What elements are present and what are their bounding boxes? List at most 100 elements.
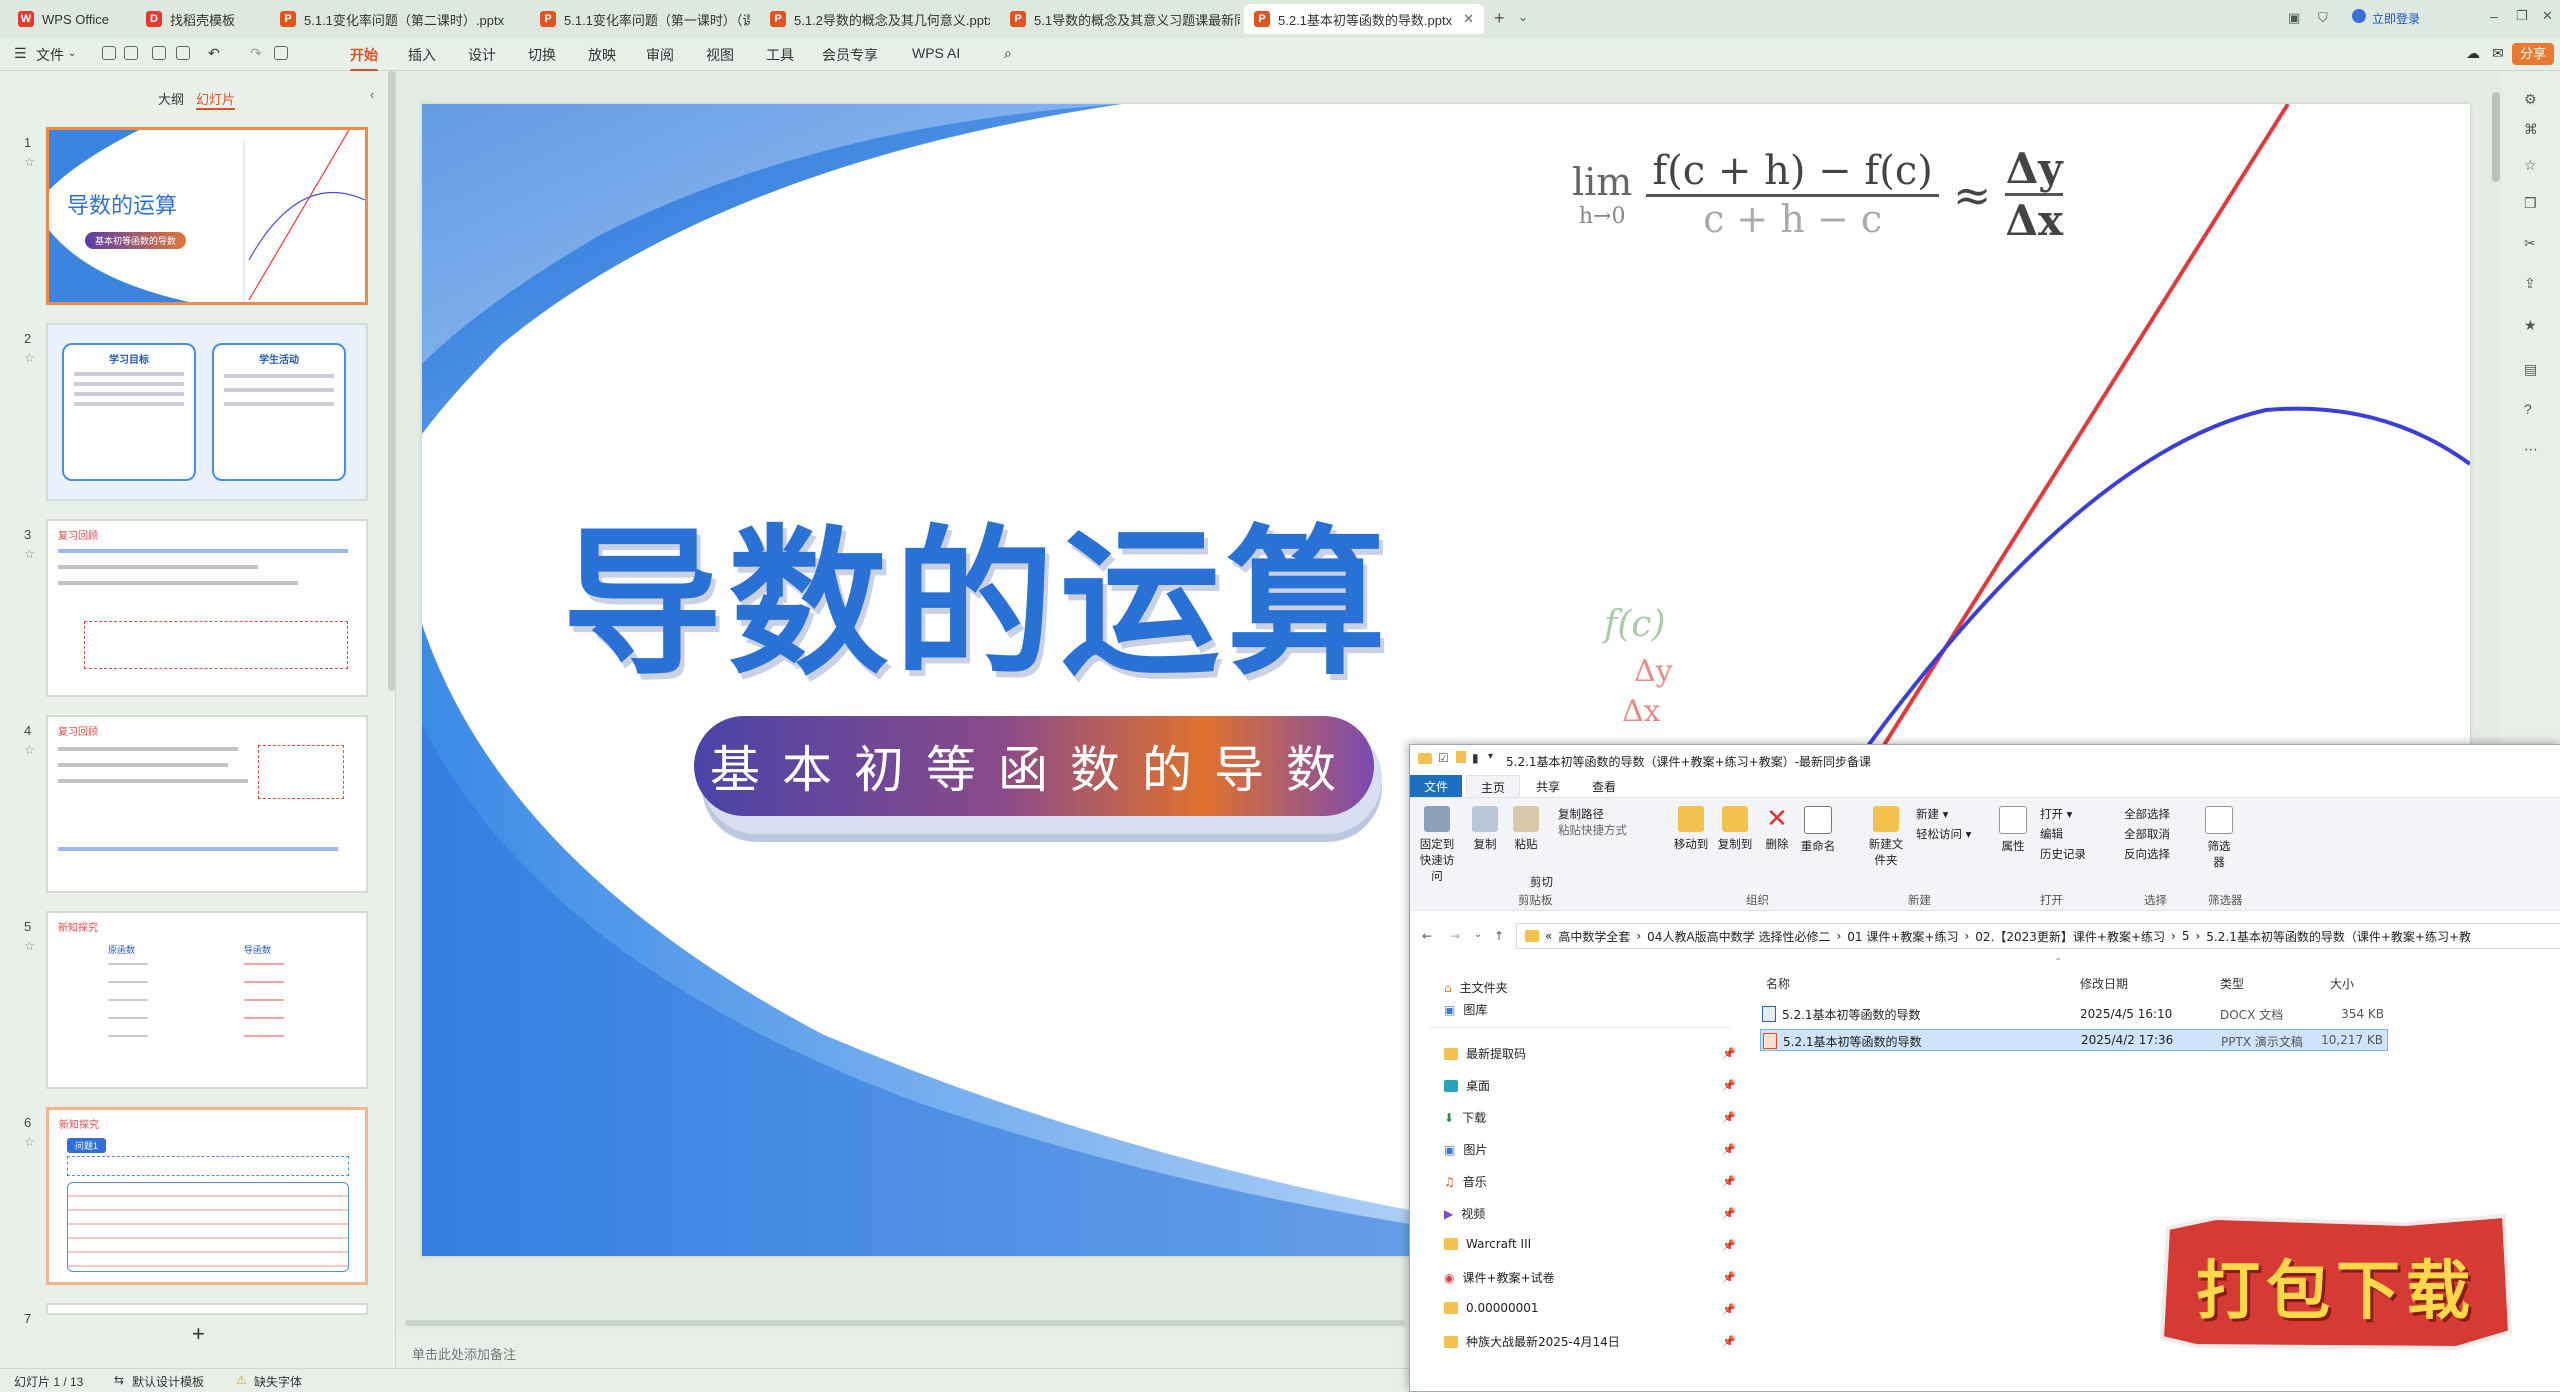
forward-icon[interactable]: → — [1450, 929, 1460, 943]
nav-item-download[interactable]: ⬇ 下载 — [1444, 1109, 1486, 1126]
login-link[interactable]: 立即登录 — [2372, 10, 2420, 27]
open-button[interactable]: 打开 ▾ — [2040, 806, 2072, 822]
thumb-slide-1[interactable]: 导数的运算 基本初等函数的导数 — [46, 127, 368, 305]
table-row-selected[interactable]: 5.2.1基本初等函数的导数 2025/4/2 17:36 PPTX 演示文稿 … — [1760, 1029, 2388, 1051]
undo-icon[interactable]: ↶ — [208, 45, 220, 62]
shirt-icon[interactable]: ⛉ — [2318, 10, 2328, 26]
column-size[interactable]: 大小 — [2330, 975, 2354, 992]
tab-design[interactable]: 设计 — [468, 45, 496, 65]
tab-doc-active[interactable]: P 5.2.1基本初等函数的导数.pptx ✕ — [1244, 4, 1484, 34]
select-all-button[interactable]: 全部选择 — [2124, 806, 2170, 822]
animation-icon[interactable]: ★ — [2524, 317, 2537, 334]
pin-icon[interactable]: 📌 — [1722, 1047, 1736, 1060]
save-icon[interactable] — [102, 46, 116, 60]
thumb-slide-5[interactable]: 新知探究 原函数 导函数 — [46, 911, 368, 1089]
export-icon[interactable] — [124, 46, 138, 60]
share-button[interactable]: 分享 — [2512, 43, 2555, 65]
tab-view[interactable]: 视图 — [706, 45, 734, 65]
tab-wps-ai[interactable]: WPS AI — [912, 45, 960, 61]
star-icon[interactable]: ☆ — [24, 743, 35, 757]
pin-icon[interactable]: 📌 — [1722, 1207, 1736, 1220]
edit-button[interactable]: 编辑 — [2040, 826, 2063, 842]
pin-quick-access-button[interactable]: 固定到快速访问 — [1416, 806, 1458, 884]
template-name[interactable]: 默认设计模板 — [132, 1373, 204, 1390]
nav-item-video[interactable]: ▶ 视频 — [1444, 1205, 1485, 1222]
explorer-tab-file[interactable]: 文件 — [1410, 775, 1463, 797]
check-icon[interactable]: ☑ — [1438, 751, 1449, 765]
horizontal-scrollbar[interactable] — [405, 1320, 1405, 1326]
tab-doc-4[interactable]: P 5.1导数的概念及其意义习题课最新同 — [1000, 4, 1240, 34]
address-bar[interactable]: « 高中数学全套 › 04人教A版高中数学 选择性必修二 › 01 课件+教案+练习… — [1516, 923, 2560, 949]
nav-item-folder[interactable]: ◉ 课件+教案+试卷 — [1444, 1269, 1555, 1286]
table-row[interactable]: 5.2.1基本初等函数的导数 2025/4/5 16:10 DOCX 文档 35… — [1760, 1003, 2388, 1025]
tab-vip[interactable]: 会员专享 — [822, 45, 878, 65]
tools-icon[interactable]: ✂ — [2524, 235, 2536, 252]
tab-home[interactable]: 开始 — [350, 45, 378, 72]
new-tab-button[interactable]: + — [1494, 8, 1505, 29]
star-icon[interactable]: ☆ — [24, 939, 35, 953]
delete-button[interactable]: ✕ 删除 — [1762, 806, 1792, 852]
print-icon[interactable] — [152, 46, 166, 60]
nav-item-folder[interactable]: 0.00000001 — [1444, 1301, 1539, 1315]
new-folder-button[interactable]: 新建文件夹 — [1866, 806, 1906, 868]
properties-button[interactable]: 属性 — [1998, 806, 2028, 854]
redo-icon[interactable]: ↷ — [250, 45, 262, 62]
avatar[interactable] — [2352, 9, 2366, 23]
format-painter-icon[interactable] — [274, 46, 288, 60]
more-icon[interactable]: ⋯ — [2524, 441, 2538, 458]
minimize-icon[interactable]: – — [2490, 8, 2498, 24]
slide-scrollbar[interactable] — [2492, 92, 2500, 182]
restore-icon[interactable]: ❐ — [2516, 8, 2528, 24]
pin-icon[interactable]: 📌 — [1722, 1079, 1736, 1092]
star-icon[interactable]: ☆ — [24, 1135, 35, 1149]
breadcrumb-item[interactable]: 04人教A版高中数学 选择性必修二 — [1647, 928, 1830, 945]
column-name[interactable]: 名称 — [1766, 975, 1790, 992]
layers-icon[interactable]: ❒ — [2524, 195, 2537, 212]
explorer-tab-home[interactable]: 主页 — [1466, 775, 1521, 798]
nav-item-folder[interactable]: Warcraft III — [1444, 1237, 1531, 1251]
window-layout-icon[interactable]: ▣ — [2288, 10, 2300, 26]
up-icon[interactable]: ↑ — [1494, 929, 1504, 943]
nav-item-folder[interactable]: 最新提取码 — [1444, 1045, 1526, 1062]
thumb-slide-2[interactable]: 学习目标 学生活动 — [46, 323, 368, 501]
breadcrumb-item[interactable]: 01 课件+教案+练习 — [1847, 928, 1958, 945]
select-none-button[interactable]: 全部取消 — [2124, 826, 2170, 842]
pin-icon[interactable]: 📌 — [1722, 1335, 1736, 1348]
scrollbar[interactable] — [388, 71, 395, 691]
share-icon[interactable]: ⇪ — [2524, 275, 2536, 292]
collapse-icon[interactable]: ‹ — [370, 87, 374, 102]
notes-placeholder[interactable]: 单击此处添加备注 — [412, 1344, 516, 1363]
filter-button[interactable]: 筛选器 — [2204, 806, 2234, 870]
nav-item-home[interactable]: ⌂ 主文件夹 — [1444, 979, 1508, 996]
pin-icon[interactable]: 📌 — [1722, 1175, 1736, 1188]
tab-docer[interactable]: D 找稻壳模板 — [136, 4, 266, 34]
help-icon[interactable]: ? — [2524, 401, 2532, 417]
pin-icon[interactable]: 📌 — [1722, 1271, 1736, 1284]
add-slide-button[interactable]: + — [192, 1321, 205, 1347]
star-icon[interactable]: ☆ — [2524, 157, 2537, 174]
menu-icon[interactable]: ☰ — [14, 45, 27, 62]
folder-icon[interactable] — [1456, 751, 1466, 763]
new-item-button[interactable]: 新建 ▾ — [1916, 806, 1948, 822]
object-icon[interactable]: ⌘ — [2524, 121, 2538, 138]
breadcrumb-item[interactable]: 5 — [2182, 929, 2190, 943]
nav-item-pictures[interactable]: ▣ 图片 — [1444, 1141, 1487, 1158]
tab-insert[interactable]: 插入 — [408, 45, 436, 65]
tab-transition[interactable]: 切换 — [528, 45, 556, 65]
column-type[interactable]: 类型 — [2220, 975, 2244, 992]
thumb-slide-6[interactable]: 新知探究 问题1 — [46, 1107, 368, 1285]
move-to-button[interactable]: 移动到 — [1672, 806, 1710, 852]
back-icon[interactable]: ← — [1422, 929, 1432, 943]
chevron-down-icon[interactable]: ⌄ — [1474, 929, 1482, 940]
copy-button[interactable]: 复制 — [1470, 806, 1500, 852]
tab-outline[interactable]: 大纲 — [158, 89, 184, 108]
close-icon[interactable]: ✕ — [1463, 11, 1474, 27]
thumb-slide-3[interactable]: 复习回顾 — [46, 519, 368, 697]
star-icon[interactable]: ☆ — [24, 351, 35, 365]
pin-icon[interactable]: 📌 — [1722, 1143, 1736, 1156]
download-badge[interactable]: 打包下载 — [2156, 1212, 2516, 1354]
chevron-down-icon[interactable]: ▾ — [1488, 751, 1493, 762]
search-icon[interactable]: ⌕ — [1004, 45, 1012, 62]
subtitle-pill[interactable]: 基本初等函数的导数 — [694, 716, 1374, 816]
breadcrumb-item[interactable]: 高中数学全套 — [1558, 928, 1630, 945]
